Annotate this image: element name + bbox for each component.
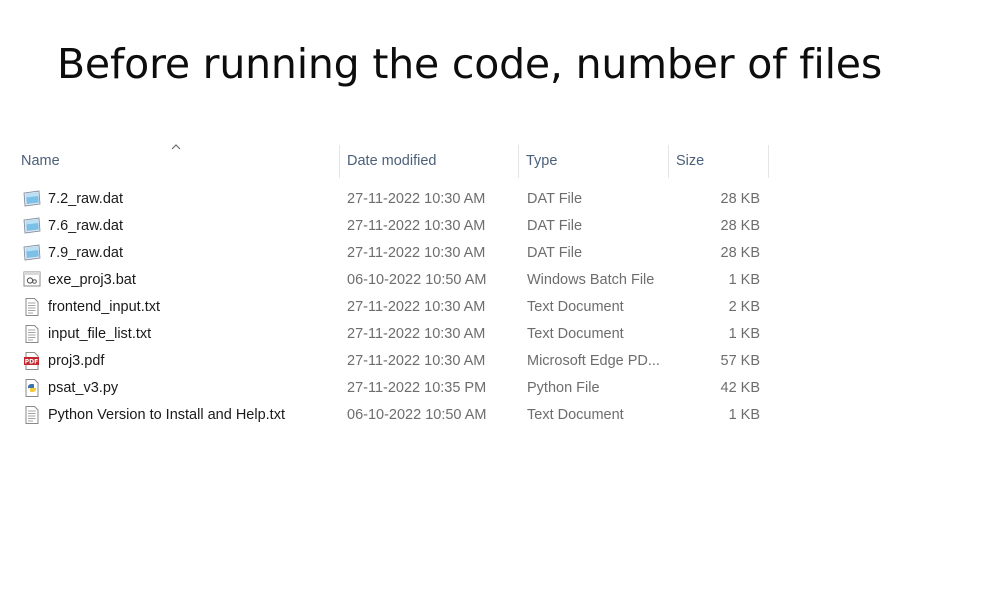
column-divider[interactable] — [668, 145, 669, 178]
file-date-modified: 27-11-2022 10:30 AM — [347, 191, 486, 207]
column-divider[interactable] — [518, 145, 519, 178]
file-type: Text Document — [527, 407, 624, 423]
text-file-icon — [22, 294, 42, 321]
column-header-name[interactable]: Name — [21, 145, 60, 178]
file-size: 28 KB — [720, 191, 761, 207]
file-type: Text Document — [527, 299, 624, 315]
file-date-modified: 27-11-2022 10:30 AM — [347, 326, 486, 342]
column-divider[interactable] — [768, 145, 769, 178]
file-date-modified: 27-11-2022 10:35 PM — [347, 380, 487, 396]
file-name: frontend_input.txt — [48, 299, 161, 315]
file-date-modified: 27-11-2022 10:30 AM — [347, 299, 486, 315]
file-date-modified: 06-10-2022 10:50 AM — [347, 407, 487, 423]
file-size: 42 KB — [720, 380, 761, 396]
page-title: Before running the code, number of files — [57, 40, 882, 88]
file-type: Python File — [527, 380, 600, 396]
file-row[interactable]: PDF proj3.pdf 27-11-2022 10:30 AM Microsoft… — [0, 348, 780, 375]
column-header-size[interactable]: Size — [676, 145, 704, 178]
file-size: 28 KB — [720, 218, 761, 234]
file-row[interactable]: input_file_list.txt 27-11-2022 10:30 AM Te… — [0, 321, 780, 348]
file-size: 1 KB — [728, 407, 760, 423]
file-row[interactable]: psat_v3.py 27-11-2022 10:35 PM Python File… — [0, 375, 780, 402]
file-name: 7.2_raw.dat — [48, 191, 123, 207]
file-size: 28 KB — [720, 245, 761, 261]
file-size: 2 KB — [728, 299, 760, 315]
dat-file-icon — [22, 240, 42, 267]
file-row[interactable]: 7.6_raw.dat 27-11-2022 10:30 AM DAT File 28… — [0, 213, 780, 240]
sort-ascending-icon[interactable] — [169, 140, 183, 152]
file-date-modified: 27-11-2022 10:30 AM — [347, 245, 486, 261]
dat-file-icon — [22, 213, 42, 240]
file-size: 1 KB — [728, 326, 760, 342]
column-divider[interactable] — [339, 145, 340, 178]
file-date-modified: 06-10-2022 10:50 AM — [347, 272, 487, 288]
file-row[interactable]: Python Version to Install and Help.txt 06… — [0, 402, 780, 429]
file-explorer-list: Name Date modified Type Size 7.2_raw.dat… — [0, 140, 800, 440]
file-row[interactable]: 7.2_raw.dat 27-11-2022 10:30 AM DAT File 28… — [0, 186, 780, 213]
column-header-date-modified[interactable]: Date modified — [347, 145, 436, 178]
dat-file-icon — [22, 186, 42, 213]
file-size: 57 KB — [720, 353, 761, 369]
file-row[interactable]: frontend_input.txt 27-11-2022 10:30 AM Tex… — [0, 294, 780, 321]
file-type: DAT File — [527, 245, 583, 261]
file-name: exe_proj3.bat — [48, 272, 136, 288]
file-size: 1 KB — [728, 272, 760, 288]
file-name: 7.6_raw.dat — [48, 218, 123, 234]
file-type: DAT File — [527, 191, 583, 207]
svg-text:PDF: PDF — [25, 359, 38, 366]
file-date-modified: 27-11-2022 10:30 AM — [347, 218, 486, 234]
file-date-modified: 27-11-2022 10:30 AM — [347, 353, 486, 369]
file-name: proj3.pdf — [48, 353, 105, 369]
column-header-type[interactable]: Type — [526, 145, 557, 178]
file-type: DAT File — [527, 218, 583, 234]
file-type: Windows Batch File — [527, 272, 655, 288]
batch-file-icon — [22, 267, 42, 294]
file-row[interactable]: 7.9_raw.dat 27-11-2022 10:30 AM DAT File 28… — [0, 240, 780, 267]
column-header-row: Name Date modified Type Size — [0, 140, 800, 178]
file-type: Microsoft Edge PD... — [527, 353, 660, 369]
file-type: Text Document — [527, 326, 624, 342]
file-name: input_file_list.txt — [48, 326, 152, 342]
file-name: Python Version to Install and Help.txt — [48, 407, 285, 423]
pdf-file-icon: PDF — [22, 348, 42, 375]
file-row[interactable]: exe_proj3.bat 06-10-2022 10:50 AM Windows … — [0, 267, 780, 294]
file-name: psat_v3.py — [48, 380, 119, 396]
file-name: 7.9_raw.dat — [48, 245, 123, 261]
text-file-icon — [22, 402, 42, 429]
text-file-icon — [22, 321, 42, 348]
python-file-icon — [22, 375, 42, 402]
